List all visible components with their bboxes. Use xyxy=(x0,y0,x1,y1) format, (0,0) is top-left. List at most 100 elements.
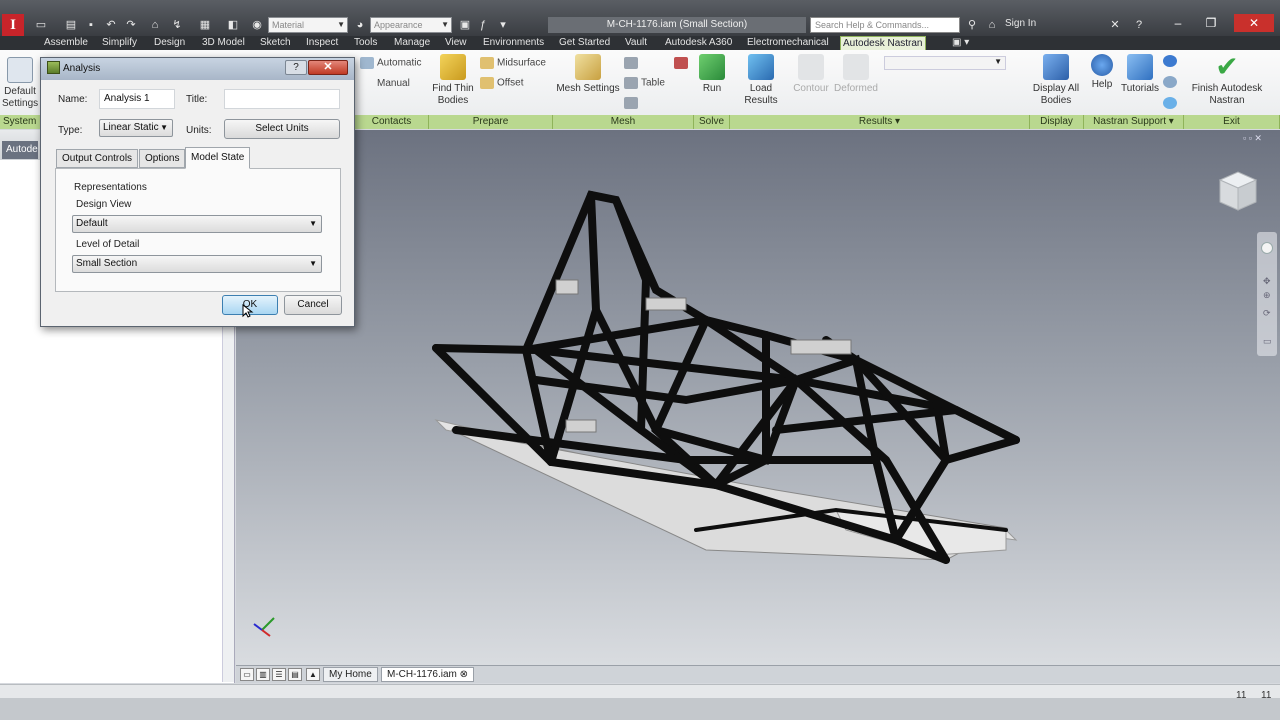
tab-design[interactable]: Design xyxy=(152,36,187,50)
sign-in-link[interactable]: Sign In xyxy=(1005,18,1036,29)
display-all-bodies-button[interactable]: Display All Bodies xyxy=(1030,54,1082,107)
offset-button[interactable]: Offset xyxy=(480,77,524,90)
midsurface-button[interactable]: Midsurface xyxy=(480,57,546,70)
manual-contacts-button[interactable]: Manual xyxy=(377,78,410,90)
cascade-icon[interactable]: ☰ xyxy=(272,668,286,681)
app-logo-icon[interactable]: I xyxy=(2,14,24,36)
clear-override-icon[interactable]: ▣ xyxy=(458,19,472,31)
select-icon[interactable]: ▦ xyxy=(198,19,212,31)
tab-3d-model[interactable]: 3D Model xyxy=(200,36,247,50)
save-icon[interactable]: ▪ xyxy=(84,19,98,31)
tab-options[interactable]: Options xyxy=(139,149,186,168)
zoom-icon[interactable]: ⊕ xyxy=(1263,290,1271,301)
coordinate-triad-icon xyxy=(250,612,280,642)
tutorials-button[interactable]: Tutorials xyxy=(1120,54,1160,95)
dialog-close-button[interactable]: ✕ xyxy=(308,60,348,75)
tab-inspect[interactable]: Inspect xyxy=(304,36,340,50)
tab-electromechanical[interactable]: Electromechanical xyxy=(745,36,831,50)
material-dropdown[interactable]: Material ▼ xyxy=(268,17,348,33)
measure-icon[interactable]: ◧ xyxy=(226,19,240,31)
close-window-button[interactable]: ✕ xyxy=(1234,14,1274,32)
orbit-icon[interactable]: ⟳ xyxy=(1263,308,1271,319)
tab-output-controls[interactable]: Output Controls xyxy=(56,149,139,168)
cancel-button[interactable]: Cancel xyxy=(284,295,342,315)
mesh-dialog-launcher[interactable] xyxy=(674,57,691,70)
new-icon[interactable]: ▭ xyxy=(34,19,48,31)
redo-icon[interactable]: ↷ xyxy=(124,19,138,31)
doc-tab-my-home[interactable]: My Home xyxy=(323,667,378,682)
viewcube[interactable] xyxy=(1214,168,1260,214)
tile-horizontal-icon[interactable]: ▭ xyxy=(240,668,254,681)
minimize-button[interactable]: – xyxy=(1165,14,1191,32)
exchange-icon[interactable]: ✕ xyxy=(1108,19,1122,31)
name-label: Name: xyxy=(58,94,88,105)
undo-icon[interactable]: ↶ xyxy=(104,19,118,31)
contour-button[interactable]: Contour xyxy=(792,54,830,95)
help-icon[interactable]: ? xyxy=(1132,19,1146,31)
results-dropdown[interactable]: ▼ xyxy=(884,56,1006,70)
mesh-settings-button[interactable]: Mesh Settings xyxy=(556,54,620,95)
tab-list-icon[interactable]: ▲ xyxy=(306,668,320,681)
restore-button[interactable]: ❐ xyxy=(1198,14,1224,32)
tab-simplify[interactable]: Simplify xyxy=(100,36,139,50)
panel-label-mesh: Mesh xyxy=(553,115,694,129)
tab-tools[interactable]: Tools xyxy=(352,36,379,50)
tab-assemble[interactable]: Assemble xyxy=(42,36,90,50)
appearance-dropdown[interactable]: Appearance ▼ xyxy=(370,17,452,33)
home-icon[interactable]: ⌂ xyxy=(148,19,162,31)
default-settings-button[interactable]: Default Settings xyxy=(2,57,38,110)
look-at-icon[interactable]: ▭ xyxy=(1263,336,1272,347)
mesh-preview-button[interactable] xyxy=(624,57,641,70)
navigation-bar[interactable]: ✥ ⊕ ⟳ ▭ xyxy=(1257,232,1277,356)
update-icon[interactable]: ↯ xyxy=(170,19,184,31)
dialog-help-button[interactable]: ? xyxy=(285,60,307,75)
steering-wheel-icon[interactable] xyxy=(1261,242,1273,254)
name-input[interactable]: Analysis 1 xyxy=(99,89,175,109)
tab-environments[interactable]: Environments xyxy=(481,36,546,50)
parameters-icon[interactable]: ◉ xyxy=(250,19,264,31)
ribbon-options-icon[interactable]: ▣ ▾ xyxy=(950,36,971,50)
tab-view[interactable]: View xyxy=(443,36,469,50)
tab-autodesk-nastran[interactable]: Autodesk Nastran xyxy=(840,36,926,50)
a360-icon[interactable]: ⌂ xyxy=(985,19,999,31)
run-button[interactable]: Run xyxy=(698,54,726,95)
close-tab-icon[interactable]: ⊗ xyxy=(460,669,468,680)
tab-vault[interactable]: Vault xyxy=(623,36,649,50)
panel-label-nastran-support[interactable]: Nastran Support ▾ xyxy=(1084,115,1184,129)
automatic-contacts-button[interactable]: Automatic xyxy=(360,57,421,70)
table-button[interactable]: Table xyxy=(624,77,665,90)
help-button[interactable]: Help xyxy=(1090,54,1114,91)
tab-sketch[interactable]: Sketch xyxy=(258,36,293,50)
finish-nastran-button[interactable]: ✔ Finish Autodesk Nastran xyxy=(1186,53,1268,107)
design-view-dropdown[interactable]: Default ▼ xyxy=(72,215,322,233)
load-results-button[interactable]: Load Results xyxy=(732,54,790,107)
graphics-viewport[interactable] xyxy=(236,130,1280,665)
help-search-input[interactable]: Search Help & Commands... xyxy=(810,17,960,33)
find-thin-bodies-button[interactable]: Find Thin Bodies xyxy=(430,54,476,107)
pan-icon[interactable]: ✥ xyxy=(1263,276,1271,287)
open-icon[interactable]: ▤ xyxy=(64,19,78,31)
browser-tab-autodesk[interactable]: Autodesk xyxy=(2,141,38,159)
fx-icon[interactable]: ƒ xyxy=(476,19,490,31)
binoculars-icon[interactable]: ⚲ xyxy=(965,19,979,31)
doc-tab-assembly[interactable]: M-CH-1176.iam ⊗ xyxy=(381,667,475,682)
chevron-down-icon: ▼ xyxy=(309,219,317,228)
type-dropdown[interactable]: Linear Static ▼ xyxy=(99,119,173,137)
viewport-window-controls[interactable]: ▫ ▫ ✕ xyxy=(1243,133,1262,144)
web-button[interactable] xyxy=(1163,97,1180,110)
tab-model-state[interactable]: Model State xyxy=(185,147,251,169)
select-units-button[interactable]: Select Units xyxy=(224,119,340,139)
settings-small-button[interactable] xyxy=(1163,76,1180,89)
tab-manage[interactable]: Manage xyxy=(392,36,432,50)
level-of-detail-dropdown[interactable]: Small Section ▼ xyxy=(72,255,322,273)
tile-vertical-icon[interactable]: ▥ xyxy=(256,668,270,681)
deformed-button[interactable]: Deformed xyxy=(833,54,879,95)
tab-get-started[interactable]: Get Started xyxy=(557,36,612,50)
info-button[interactable] xyxy=(1163,55,1180,68)
mesh-control-button[interactable] xyxy=(624,97,641,110)
panel-label-results[interactable]: Results ▾ xyxy=(730,115,1030,129)
title-input[interactable] xyxy=(224,89,340,109)
arrange-icon[interactable]: ▤ xyxy=(288,668,302,681)
customize-icon[interactable]: ▾ xyxy=(496,19,510,31)
tab-autodesk-a360[interactable]: Autodesk A360 xyxy=(663,36,734,50)
